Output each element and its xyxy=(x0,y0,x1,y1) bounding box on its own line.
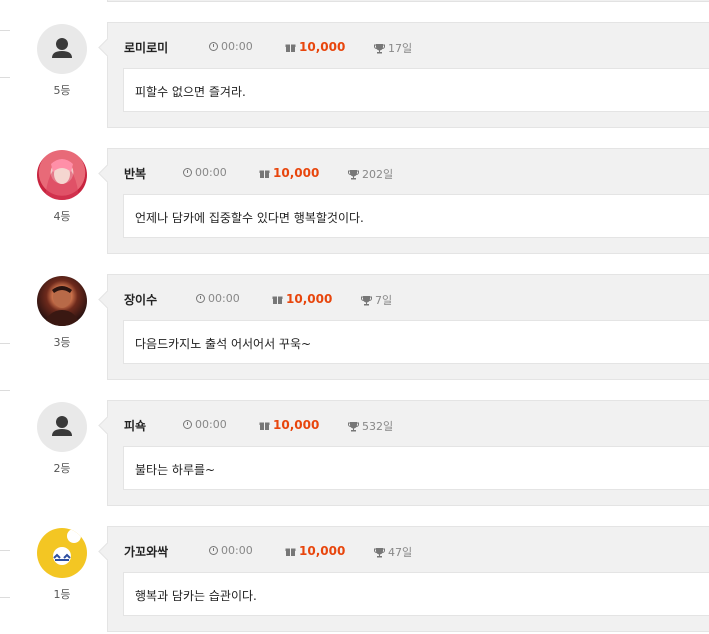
attendance-entry: 2등 피쇽 00:00 10,000 532일 불타는 하루를~ xyxy=(0,400,709,508)
days-info: 47일 xyxy=(374,544,412,560)
time-value: 00:00 xyxy=(208,292,240,305)
comment-card: 로미로미 00:00 10,000 17일 피할수 없으면 즐겨라. xyxy=(107,22,709,128)
clock-icon xyxy=(196,294,205,303)
avatar-photo[interactable] xyxy=(37,150,87,200)
nickname[interactable]: 장이수 xyxy=(124,291,157,308)
gift-icon xyxy=(285,547,296,557)
comment-card: 가꼬와싹 00:00 10,000 47일 행복과 담카는 습관이다. xyxy=(107,526,709,632)
nickname[interactable]: 가꼬와싹 xyxy=(124,543,168,560)
clock-icon xyxy=(183,168,192,177)
nickname[interactable]: 피쇽 xyxy=(124,417,146,434)
days-value: 202일 xyxy=(362,168,394,181)
avatar-yellow-character[interactable] xyxy=(37,528,87,578)
comment-message: 언제나 담카에 집중할수 있다면 행복할것이다. xyxy=(123,194,709,238)
days-value: 532일 xyxy=(362,420,394,433)
comment-message: 다음드카지노 출석 어서어서 꾸욱~ xyxy=(123,320,709,364)
time-info: 00:00 xyxy=(196,292,240,305)
days-value: 17일 xyxy=(388,42,413,55)
time-info: 00:00 xyxy=(183,418,227,431)
time-value: 00:00 xyxy=(221,40,253,53)
rank-label: 1등 xyxy=(53,588,71,601)
days-info: 532일 xyxy=(348,418,393,434)
time-value: 00:00 xyxy=(195,418,227,431)
time-value: 00:00 xyxy=(221,544,253,557)
attendance-entry: 4등 반복 00:00 10,000 202일 언제나 담카에 집중할수 있다면… xyxy=(0,148,709,256)
avatar-photo[interactable] xyxy=(37,276,87,326)
gift-icon xyxy=(259,421,270,431)
time-info: 00:00 xyxy=(209,40,253,53)
nickname[interactable]: 로미로미 xyxy=(124,39,168,56)
days-value: 7일 xyxy=(375,294,393,307)
points-value: 10,000 xyxy=(299,544,346,558)
points-info: 10,000 xyxy=(272,292,332,306)
divider xyxy=(0,390,10,391)
previous-entry-card xyxy=(107,0,709,2)
trophy-icon xyxy=(361,295,372,305)
days-info: 7일 xyxy=(361,292,392,308)
trophy-icon xyxy=(374,43,385,53)
points-value: 10,000 xyxy=(299,40,346,54)
time-value: 00:00 xyxy=(195,166,227,179)
default-avatar-icon[interactable] xyxy=(37,402,87,452)
rank-label: 2등 xyxy=(53,462,71,475)
days-value: 47일 xyxy=(388,546,413,559)
comment-card: 피쇽 00:00 10,000 532일 불타는 하루를~ xyxy=(107,400,709,506)
rank-label: 4등 xyxy=(53,210,71,223)
clock-icon xyxy=(209,42,218,51)
comment-message: 불타는 하루를~ xyxy=(123,446,709,490)
clock-icon xyxy=(183,420,192,429)
attendance-entry: 5등 로미로미 00:00 10,000 17일 피할수 없으면 즐겨라. xyxy=(0,22,709,130)
clock-icon xyxy=(209,546,218,555)
comment-message: 행복과 담카는 습관이다. xyxy=(123,572,709,616)
comment-card: 반복 00:00 10,000 202일 언제나 담카에 집중할수 있다면 행복… xyxy=(107,148,709,254)
rank-label: 3등 xyxy=(53,336,71,349)
attendance-entry: 3등 장이수 00:00 10,000 7일 다음드카지노 출석 어서어서 꾸욱… xyxy=(0,274,709,382)
time-info: 00:00 xyxy=(209,544,253,557)
days-info: 17일 xyxy=(374,40,412,56)
attendance-entry: 1등 가꼬와싹 00:00 10,000 47일 행복과 담카는 습관이다. xyxy=(0,526,709,634)
points-info: 10,000 xyxy=(285,40,345,54)
trophy-icon xyxy=(348,421,359,431)
trophy-icon xyxy=(374,547,385,557)
rank-label: 5등 xyxy=(53,84,71,97)
points-value: 10,000 xyxy=(286,292,333,306)
points-info: 10,000 xyxy=(259,166,319,180)
comment-message: 피할수 없으면 즐겨라. xyxy=(123,68,709,112)
trophy-icon xyxy=(348,169,359,179)
default-avatar-icon[interactable] xyxy=(37,24,87,74)
gift-icon xyxy=(272,295,283,305)
gift-icon xyxy=(285,43,296,53)
days-info: 202일 xyxy=(348,166,393,182)
points-info: 10,000 xyxy=(259,418,319,432)
comment-card: 장이수 00:00 10,000 7일 다음드카지노 출석 어서어서 꾸욱~ xyxy=(107,274,709,380)
nickname[interactable]: 반복 xyxy=(124,165,146,182)
points-value: 10,000 xyxy=(273,166,320,180)
gift-icon xyxy=(259,169,270,179)
time-info: 00:00 xyxy=(183,166,227,179)
points-value: 10,000 xyxy=(273,418,320,432)
points-info: 10,000 xyxy=(285,544,345,558)
